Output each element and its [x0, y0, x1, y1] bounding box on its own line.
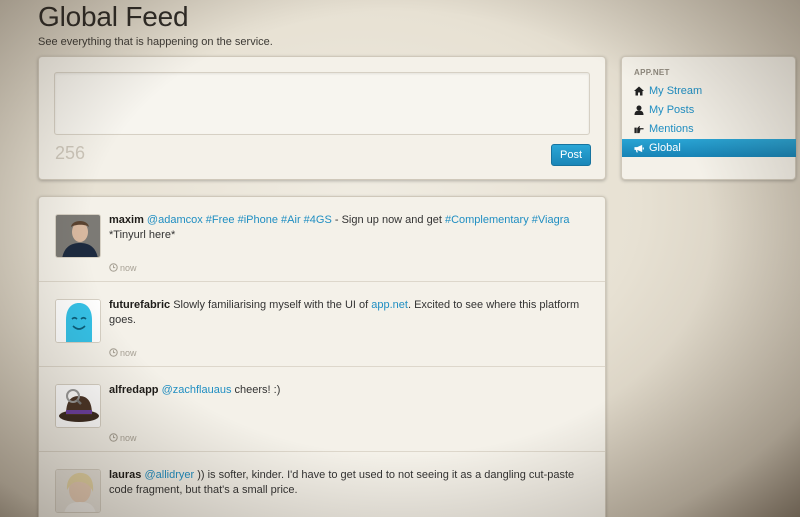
hashtag-link[interactable]: #Complementary — [445, 214, 529, 226]
url-link[interactable]: app.net — [371, 299, 408, 311]
hashtag-link[interactable]: #Air — [281, 214, 301, 226]
hashtag-link[interactable]: #Viagra — [532, 214, 570, 226]
hashtag-link[interactable]: #iPhone — [238, 214, 278, 226]
list-item: alfredapp @zachflauaus cheers! :) now — [39, 367, 605, 452]
avatar[interactable] — [55, 299, 101, 343]
home-icon — [634, 82, 644, 100]
post-text: alfredapp @zachflauaus cheers! :) — [109, 383, 589, 398]
sidebar-item-my-posts[interactable]: My Posts — [622, 101, 796, 119]
sidebar-nav: APP.NET My Stream My Posts Mentions Glob… — [621, 56, 796, 180]
list-item: lauras @allidryer )) is softer, kinder. … — [39, 452, 605, 517]
sidebar-item-mentions[interactable]: Mentions — [622, 120, 796, 138]
user-icon — [634, 101, 644, 119]
post-body: @adamcox #Free #iPhone #Air #4GS - Sign … — [109, 214, 570, 241]
sidebar-item-label: My Stream — [649, 85, 703, 97]
char-count: 256 — [55, 143, 86, 163]
post-button[interactable]: Post — [551, 144, 591, 166]
post-body: Slowly familiarising myself with the UI … — [109, 299, 579, 326]
clock-icon — [109, 433, 118, 444]
sidebar-item-label: Mentions — [649, 123, 694, 135]
clock-icon — [109, 263, 118, 274]
mention-link[interactable]: @adamcox — [147, 214, 203, 226]
clock-icon — [109, 348, 118, 359]
sidebar-heading: APP.NET — [634, 68, 670, 77]
list-item: futurefabric Slowly familiarising myself… — [39, 282, 605, 367]
sidebar-item-global[interactable]: Global — [622, 139, 796, 157]
post-textarea[interactable] — [54, 72, 590, 135]
post-text: lauras @allidryer )) is softer, kinder. … — [109, 468, 589, 498]
sidebar-item-my-stream[interactable]: My Stream — [622, 82, 796, 100]
post-timestamp[interactable]: now — [109, 263, 137, 274]
list-item: maxim @adamcox #Free #iPhone #Air #4GS -… — [39, 197, 605, 282]
post-timestamp[interactable]: now — [109, 348, 137, 359]
page-subtitle: See everything that is happening on the … — [38, 36, 273, 48]
post-timestamp[interactable]: now — [109, 433, 137, 444]
post-text: maxim @adamcox #Free #iPhone #Air #4GS -… — [109, 213, 589, 243]
mention-link[interactable]: @zachflauaus — [162, 384, 232, 396]
avatar[interactable] — [55, 384, 101, 428]
post-username[interactable]: lauras — [109, 469, 141, 481]
megaphone-icon — [634, 139, 644, 157]
text-segment: *Tinyurl here* — [109, 229, 176, 241]
text-segment: - Sign up now and get — [331, 214, 445, 226]
hashtag-link[interactable]: #Free — [206, 214, 235, 226]
post-username[interactable]: maxim — [109, 214, 144, 226]
timestamp-label: now — [120, 263, 137, 273]
post-body: @zachflauaus cheers! :) — [162, 384, 281, 396]
post-username[interactable]: futurefabric — [109, 299, 170, 311]
timestamp-label: now — [120, 348, 137, 358]
post-text: futurefabric Slowly familiarising myself… — [109, 298, 589, 328]
mention-link[interactable]: @allidryer — [144, 469, 194, 481]
sidebar-item-label: My Posts — [649, 104, 695, 116]
text-segment: cheers! :) — [231, 384, 281, 396]
post-composer: 256 Post — [38, 56, 606, 180]
page-title: Global Feed — [38, 1, 189, 32]
sidebar-item-label: Global — [649, 142, 681, 154]
post-body: @allidryer )) is softer, kinder. I'd hav… — [109, 469, 574, 496]
text-segment: Slowly familiarising myself with the UI … — [173, 299, 372, 311]
avatar[interactable] — [55, 469, 101, 513]
post-feed: maxim @adamcox #Free #iPhone #Air #4GS -… — [38, 196, 606, 517]
avatar[interactable] — [55, 214, 101, 258]
hashtag-link[interactable]: #4GS — [304, 214, 332, 226]
timestamp-label: now — [120, 433, 137, 443]
pointing-hand-icon — [634, 120, 644, 138]
post-username[interactable]: alfredapp — [109, 384, 159, 396]
